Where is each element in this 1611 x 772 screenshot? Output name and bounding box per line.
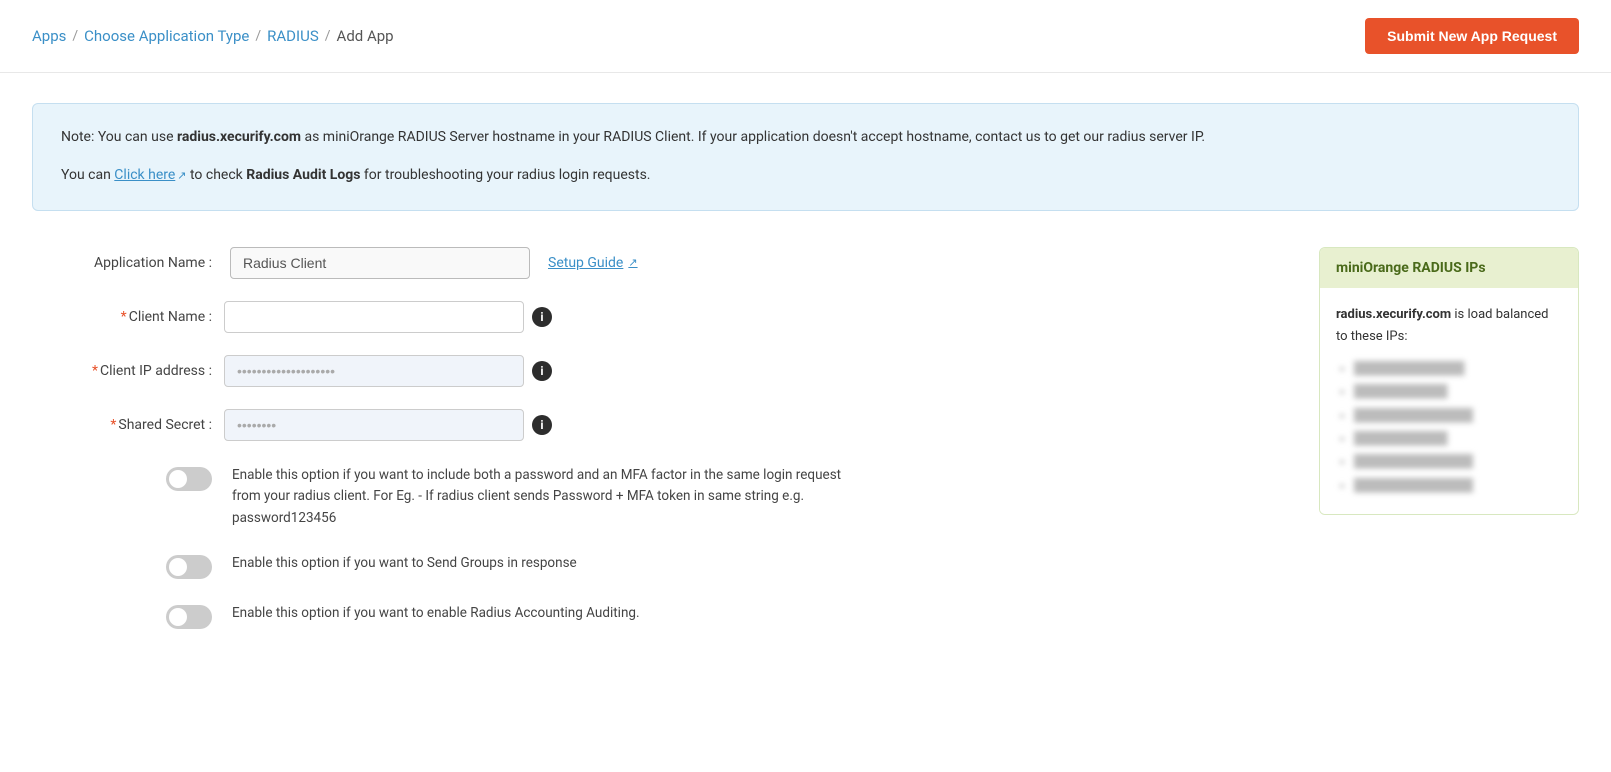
breadcrumb-apps[interactable]: Apps <box>32 27 66 45</box>
shared-secret-label: *Shared Secret : <box>32 409 212 433</box>
sidebar-card: miniOrange RADIUS IPs radius.xecurify.co… <box>1319 247 1579 516</box>
app-name-input[interactable] <box>230 247 530 279</box>
info-line2: You can Click here↗ to check Radius Audi… <box>61 164 1550 188</box>
ip-list-item: ██████████████ <box>1354 451 1562 471</box>
ip-list: █████████████ ███████████ ██████████████… <box>1336 358 1562 495</box>
page-wrapper: Apps / Choose Application Type / RADIUS … <box>0 0 1611 772</box>
toggle3-slider <box>166 605 212 629</box>
toggle1[interactable] <box>166 467 212 491</box>
toggle2-desc: Enable this option if you want to Send G… <box>232 551 577 575</box>
client-ip-label: *Client IP address : <box>32 355 212 379</box>
app-name-label: Application Name : <box>32 255 212 271</box>
client-name-row: *Client Name : i <box>32 301 1279 333</box>
info-box: Note: You can use radius.xecurify.com as… <box>32 103 1579 211</box>
toggle2-slider <box>166 555 212 579</box>
toggle2[interactable] <box>166 555 212 579</box>
click-here-link[interactable]: Click here↗ <box>114 167 186 183</box>
client-name-input-wrap: i <box>224 301 552 333</box>
submit-new-app-button[interactable]: Submit New App Request <box>1365 18 1579 54</box>
setup-guide-link[interactable]: Setup Guide ↗ <box>548 255 638 271</box>
ip-list-item: █████████████ <box>1354 358 1562 378</box>
client-name-input[interactable] <box>224 301 524 333</box>
toggle2-row: Enable this option if you want to Send G… <box>32 551 1279 579</box>
toggle1-desc: Enable this option if you want to includ… <box>232 463 852 530</box>
ip-list-item: ██████████████ <box>1354 405 1562 425</box>
client-name-label: *Client Name : <box>32 301 212 325</box>
info-line1: Note: You can use radius.xecurify.com as… <box>61 126 1550 150</box>
external-link-icon: ↗ <box>177 167 186 186</box>
shared-secret-row: *Shared Secret : i <box>32 409 1279 441</box>
header-bar: Apps / Choose Application Type / RADIUS … <box>0 0 1611 73</box>
audit-logs-label: Radius Audit Logs <box>246 167 360 183</box>
toggle3-row: Enable this option if you want to enable… <box>32 601 1279 629</box>
sidebar-card-body: radius.xecurify.com is load balanced to … <box>1320 288 1578 515</box>
sidebar-hostname: radius.xecurify.com <box>1336 307 1451 322</box>
ip-list-item: ██████████████ <box>1354 475 1562 495</box>
breadcrumb-sep-2: / <box>255 28 261 44</box>
ip-list-item: ███████████ <box>1354 428 1562 448</box>
sidebar-card-header: miniOrange RADIUS IPs <box>1320 248 1578 288</box>
setup-guide-ext-icon: ↗ <box>628 256 637 269</box>
client-ip-input[interactable] <box>224 355 524 387</box>
main-content: Note: You can use radius.xecurify.com as… <box>0 73 1611 681</box>
sidebar-description: radius.xecurify.com is load balanced to … <box>1336 304 1562 348</box>
form-section: Application Name : Setup Guide ↗ *Client… <box>32 247 1579 652</box>
breadcrumb-add-app: Add App <box>337 27 394 45</box>
toggle1-row: Enable this option if you want to includ… <box>32 463 1279 530</box>
form-main: Application Name : Setup Guide ↗ *Client… <box>32 247 1279 652</box>
shared-secret-input-wrap: i <box>224 409 552 441</box>
breadcrumb-sep-3: / <box>325 28 331 44</box>
breadcrumb-radius[interactable]: RADIUS <box>267 27 319 45</box>
client-name-info-icon[interactable]: i <box>532 307 552 327</box>
breadcrumb-choose-app-type[interactable]: Choose Application Type <box>84 27 249 45</box>
toggle3-desc: Enable this option if you want to enable… <box>232 601 640 625</box>
shared-secret-input[interactable] <box>224 409 524 441</box>
client-ip-info-icon[interactable]: i <box>532 361 552 381</box>
breadcrumb-sep-1: / <box>72 28 78 44</box>
client-ip-row: *Client IP address : i <box>32 355 1279 387</box>
app-name-row: Application Name : Setup Guide ↗ <box>32 247 1279 279</box>
radius-hostname: radius.xecurify.com <box>177 129 301 145</box>
ip-list-item: ███████████ <box>1354 381 1562 401</box>
shared-secret-info-icon[interactable]: i <box>532 415 552 435</box>
toggle1-slider <box>166 467 212 491</box>
breadcrumb: Apps / Choose Application Type / RADIUS … <box>32 27 394 45</box>
client-ip-input-wrap: i <box>224 355 552 387</box>
toggle3[interactable] <box>166 605 212 629</box>
